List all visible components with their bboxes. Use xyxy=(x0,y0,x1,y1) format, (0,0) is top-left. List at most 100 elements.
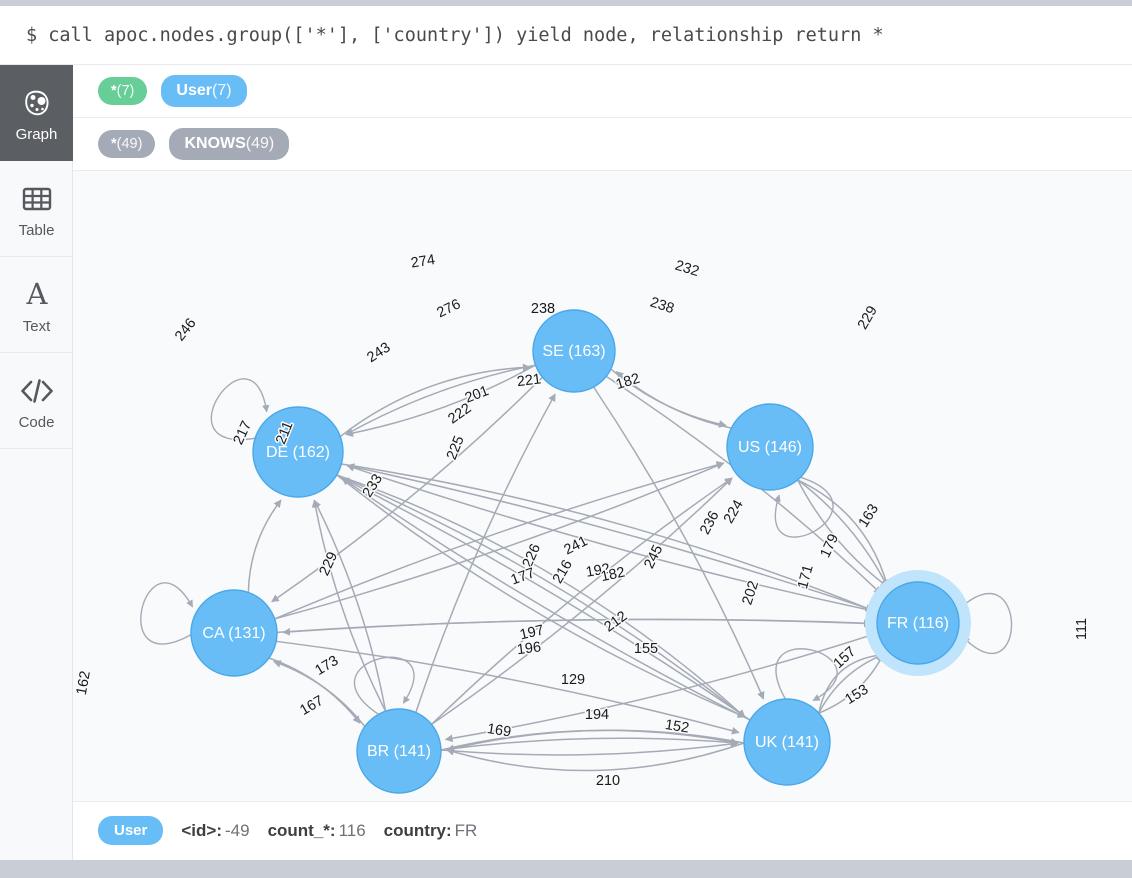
sidebar-item-code-label: Code xyxy=(18,414,55,431)
legend-pill-rel-star-count: (49) xyxy=(116,135,143,152)
window-bottom-gutter xyxy=(0,860,1132,878)
legend-pill-rel-knows[interactable]: KNOWS(49) xyxy=(169,128,290,160)
edge-label: 274 xyxy=(410,252,436,272)
legend-pill-rel-star[interactable]: *(49) xyxy=(98,129,156,159)
self-loop-label: 162 xyxy=(74,670,94,697)
edge-label: 221 xyxy=(516,371,542,390)
edge-label: 276 xyxy=(435,296,464,321)
edge-label: 155 xyxy=(634,641,658,657)
inspector-property-id-key: <id>: xyxy=(181,820,222,840)
sidebar-item-graph[interactable]: Graph xyxy=(0,65,73,161)
self-loop-label: 111 xyxy=(1074,618,1090,640)
graph-edge[interactable] xyxy=(313,499,387,712)
query-text[interactable]: $ call apoc.nodes.group(['*'], ['country… xyxy=(26,25,884,46)
edge-label: 173 xyxy=(312,653,341,679)
graph-node[interactable]: CA (131) xyxy=(190,589,278,677)
legend-pill-node-user-name: User xyxy=(176,82,212,99)
legend-pill-rel-knows-count: (49) xyxy=(245,135,275,152)
graph-node[interactable]: UK (141) xyxy=(743,698,831,786)
node-circle[interactable] xyxy=(532,309,616,393)
edge-label: 224 xyxy=(721,497,747,526)
graph-self-loop-edge[interactable] xyxy=(775,648,838,702)
inspector-property-country-key: country: xyxy=(383,820,452,840)
edge-label: 167 xyxy=(297,693,326,719)
edge-label: 179 xyxy=(817,532,842,561)
legend-pill-rel-knows-name: KNOWS xyxy=(184,135,246,152)
graph-edge[interactable] xyxy=(339,363,531,438)
edge-label: 169 xyxy=(486,721,512,741)
graph-canvas[interactable]: SE (163) DE (162) US (146) CA (131) FR (116)… xyxy=(73,171,1132,802)
edge-label: 171 xyxy=(795,563,817,591)
edge-label: 238 xyxy=(531,301,555,317)
text-icon: A xyxy=(21,274,53,316)
legend-pill-node-star-name: * xyxy=(111,82,117,99)
graph-edge[interactable] xyxy=(346,463,879,613)
node-circle[interactable] xyxy=(726,403,814,491)
graph-node[interactable]: DE (162) xyxy=(252,406,344,498)
legend-pill-rel-star-name: * xyxy=(111,135,117,152)
node-circle[interactable] xyxy=(252,406,344,498)
edge-label: 245 xyxy=(641,543,666,572)
edge-label: 232 xyxy=(673,258,701,280)
graph-edge[interactable] xyxy=(345,364,536,436)
inspector-property-id-value: -49 xyxy=(224,820,250,840)
node-circle[interactable] xyxy=(876,581,960,665)
inspector-node-badge[interactable]: User xyxy=(98,816,164,845)
self-loop-label: 246 xyxy=(172,315,200,344)
sidebar-item-code[interactable]: Code xyxy=(0,353,73,449)
legend-pill-node-user-count: (7) xyxy=(211,82,232,99)
code-icon xyxy=(19,370,55,412)
legend-pill-node-star-count: (7) xyxy=(116,82,135,99)
graph-self-loop-edge[interactable] xyxy=(140,582,194,645)
query-editor-bar[interactable]: $ call apoc.nodes.group(['*'], ['country… xyxy=(0,6,1132,65)
graph-edge[interactable] xyxy=(345,364,536,437)
inspector-property-country: country: FR xyxy=(384,821,478,841)
graph-icon xyxy=(22,82,52,124)
edge-label: 194 xyxy=(585,707,609,723)
legend-pill-node-star[interactable]: *(7) xyxy=(98,76,148,106)
sidebar-item-table-label: Table xyxy=(18,222,55,239)
graph-node[interactable]: FR (116) xyxy=(865,570,971,676)
graph-node[interactable]: SE (163) xyxy=(532,309,616,393)
graph-svg: SE (163) DE (162) US (146) CA (131) FR (116)… xyxy=(73,251,1091,794)
graph-edge[interactable] xyxy=(247,499,282,593)
edge-label: 177 xyxy=(509,565,537,588)
sidebar-item-graph-label: Graph xyxy=(15,126,58,143)
graph-edge[interactable] xyxy=(346,464,879,613)
neo4j-browser-window: $ call apoc.nodes.group(['*'], ['country… xyxy=(0,0,1132,878)
edge-label: 163 xyxy=(856,501,882,530)
graph-node[interactable]: US (146) xyxy=(726,403,814,491)
node-circle[interactable] xyxy=(743,698,831,786)
edge-label: 236 xyxy=(697,508,722,537)
edge-label: 243 xyxy=(364,340,393,367)
edge-label: 196 xyxy=(516,639,542,658)
edge-label: 225 xyxy=(444,434,468,462)
relationship-legend-row: *(49) KNOWS(49) xyxy=(73,118,1132,171)
node-legend-row: *(7) User(7) xyxy=(73,65,1132,118)
inspector-property-id: <id>: -49 xyxy=(181,821,249,841)
result-view-sidebar: Graph Table A Text Code xyxy=(0,65,73,860)
result-panel: *(7) User(7) *(49) KNOWS(49) SE (163) DE… xyxy=(73,65,1132,860)
legend-pill-node-user[interactable]: User(7) xyxy=(161,75,247,107)
inspector-property-country-value: FR xyxy=(454,820,478,840)
inspector-property-count-key: count_*: xyxy=(267,820,336,840)
sidebar-item-text-label: Text xyxy=(22,318,51,335)
graph-edge[interactable] xyxy=(341,477,751,721)
graph-edge[interactable] xyxy=(311,499,387,712)
edge-label: 129 xyxy=(561,672,585,688)
graph-edge[interactable] xyxy=(341,477,751,721)
edge-label: 241 xyxy=(562,533,591,558)
table-icon xyxy=(22,178,52,220)
edge-label: 202 xyxy=(739,579,762,607)
node-circle[interactable] xyxy=(190,589,278,677)
graph-edge[interactable] xyxy=(282,618,878,636)
inspector-property-count-value: 116 xyxy=(338,820,366,840)
edge-label: 210 xyxy=(596,773,620,789)
sidebar-item-text[interactable]: A Text xyxy=(0,257,73,353)
graph-node[interactable]: BR (141) xyxy=(356,708,442,794)
sidebar-item-table[interactable]: Table xyxy=(0,161,73,257)
edge-label: 216 xyxy=(550,557,576,586)
node-circle[interactable] xyxy=(356,708,442,794)
edge-label: 238 xyxy=(648,294,676,317)
edge-label: 217 xyxy=(230,419,255,448)
